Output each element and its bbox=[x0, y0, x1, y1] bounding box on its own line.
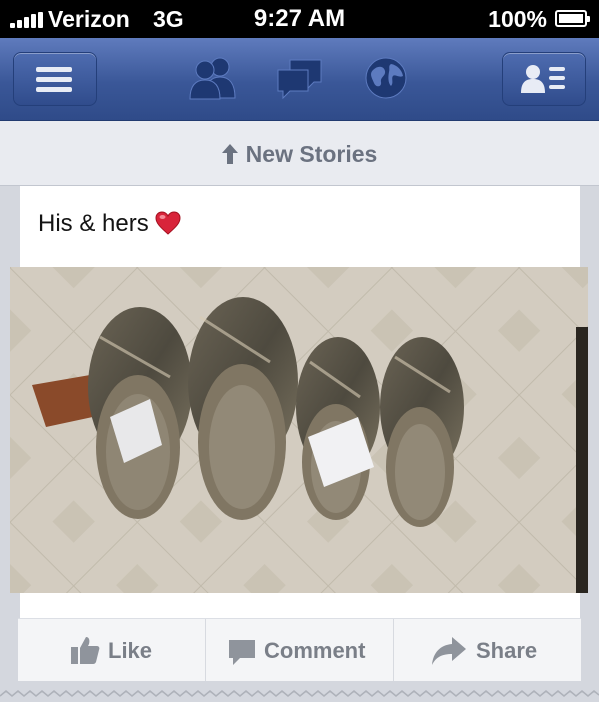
contacts-button[interactable] bbox=[502, 52, 586, 106]
top-nav-bar bbox=[0, 38, 599, 121]
menu-icon bbox=[36, 67, 72, 92]
notifications-globe-icon[interactable] bbox=[364, 56, 408, 100]
post-action-bar: Like Comment Share bbox=[18, 618, 581, 681]
up-arrow-icon bbox=[221, 144, 238, 164]
menu-button[interactable] bbox=[13, 52, 97, 106]
thumbs-up-icon bbox=[71, 637, 100, 664]
card-edge-divider bbox=[0, 688, 599, 702]
battery-percent: 100% bbox=[488, 6, 547, 32]
comment-bubble-icon bbox=[229, 640, 255, 665]
share-button[interactable]: Share bbox=[393, 619, 581, 681]
comment-button[interactable]: Comment bbox=[205, 619, 393, 681]
heart-emoji-icon bbox=[155, 211, 181, 235]
post-text: His & hers bbox=[38, 210, 149, 237]
new-stories-banner[interactable]: New Stories bbox=[0, 121, 599, 186]
new-stories-label: New Stories bbox=[245, 141, 378, 167]
friend-requests-icon[interactable] bbox=[188, 56, 238, 100]
battery-icon bbox=[555, 10, 590, 27]
like-label: Like bbox=[108, 638, 153, 663]
crocs-photo-image bbox=[10, 267, 588, 593]
share-arrow-icon bbox=[432, 637, 466, 665]
like-button[interactable]: Like bbox=[18, 619, 205, 681]
comment-label: Comment bbox=[264, 638, 366, 663]
share-label: Share bbox=[476, 638, 538, 663]
messages-icon[interactable] bbox=[276, 58, 324, 100]
post-photo[interactable] bbox=[10, 267, 588, 593]
status-bar: Verizon 3G 9:27 AM 100% bbox=[0, 0, 599, 38]
contacts-list-icon bbox=[521, 65, 565, 93]
